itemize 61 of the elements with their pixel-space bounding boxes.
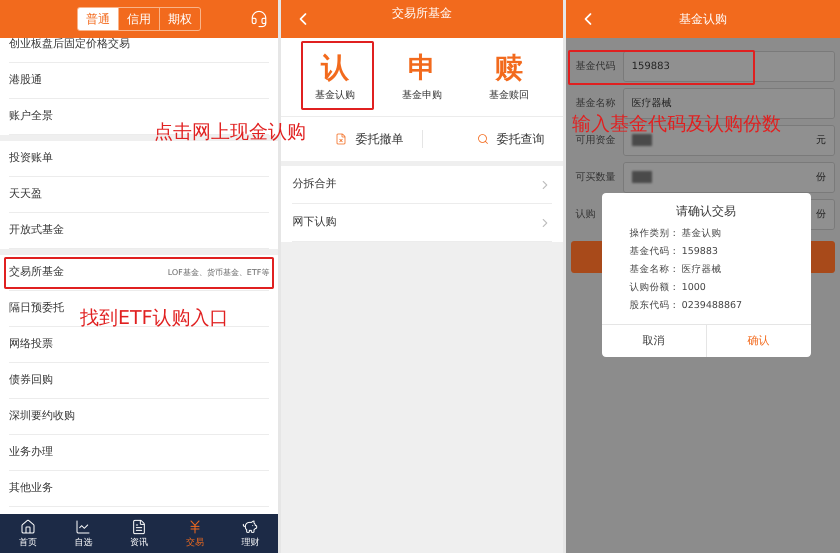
document-icon (131, 518, 148, 534)
menu-item-detail: LOF基金、货币基金、ETF等 (168, 266, 270, 278)
detail-value: 159883 (682, 245, 718, 259)
detail-value: 医疗器械 (682, 263, 722, 277)
fund-action-button[interactable]: 赎 基金赎回 (475, 44, 544, 110)
menu-item[interactable]: 网络投票 (9, 336, 53, 353)
menu-item[interactable]: 深圳要约收购 (9, 408, 75, 425)
dialog-button[interactable]: 取消 (602, 325, 706, 357)
field-label: 可用资金 (574, 134, 617, 148)
detail-label: 认购份额： (630, 281, 680, 295)
menu-item[interactable]: 交易所基金 (9, 264, 64, 281)
document-x-icon (335, 133, 348, 145)
fund-action-button[interactable]: 认 基金认购 (300, 44, 369, 110)
menu-item[interactable]: 网下认购 (292, 214, 336, 231)
input-field[interactable]: 159883 (622, 50, 835, 82)
menu-item[interactable]: 开放式基金 (9, 222, 64, 239)
detail-value: 1000 (682, 281, 706, 295)
redacted-block (632, 171, 652, 183)
annotation-text: 找到ETF认购入口 (80, 306, 229, 331)
nav-tab[interactable]: 首页 (18, 518, 37, 548)
unit-label: 份 (816, 208, 826, 222)
redacted-block (632, 134, 652, 146)
screen-title: 交易所基金 (392, 5, 452, 22)
menu-item[interactable]: 港股通 (9, 72, 42, 89)
field-label: 认购 (574, 208, 597, 222)
chart-icon (75, 518, 92, 534)
detail-label: 基金名称： (630, 263, 680, 277)
piggy-bank-icon (242, 518, 258, 534)
menu-item[interactable]: 分拆合并 (292, 176, 336, 193)
detail-value: 0239488867 (682, 299, 742, 313)
detail-value: 基金认购 (682, 227, 722, 241)
menu-item[interactable]: 创业板盘后固定价格交易 (9, 38, 130, 53)
fund-action-button[interactable]: 申 基金申购 (388, 44, 456, 110)
menu-item[interactable]: 债券回购 (9, 372, 53, 389)
nav-tab[interactable]: 交易 (186, 518, 204, 548)
unit-label: 份 (816, 170, 826, 184)
unit-label: 元 (816, 134, 826, 148)
menu-item[interactable]: 隔日预委托 (9, 300, 64, 317)
dialog-title: 请确认交易 (675, 203, 738, 220)
nav-tab[interactable]: 自选 (74, 518, 92, 548)
menu-item[interactable]: 投资账单 (9, 150, 53, 167)
detail-label: 股东代码： (630, 299, 680, 313)
field-label: 基金代码 (574, 60, 617, 74)
screen-title: 基金认购 (678, 11, 727, 28)
detail-label: 基金代码： (630, 245, 680, 259)
field-label: 基金名称 (574, 96, 617, 110)
order-link[interactable]: 委托撤单 (335, 130, 404, 148)
nav-tab[interactable]: 资讯 (130, 518, 148, 548)
menu-item[interactable]: 其他业务 (9, 480, 53, 497)
menu-item[interactable]: 天天盈 (9, 186, 42, 203)
field-label: 可买数量 (574, 170, 617, 184)
headset-icon[interactable] (250, 10, 268, 28)
annotation-text: 点击网上现金认购 (154, 120, 306, 145)
input-field[interactable]: 份 (622, 162, 835, 192)
menu-item[interactable]: 业务办理 (9, 444, 53, 461)
detail-label: 操作类别： (630, 227, 680, 241)
house-icon (20, 518, 36, 534)
search-icon (476, 133, 489, 145)
menu-item[interactable]: 账户全景 (9, 108, 53, 125)
order-link[interactable]: 委托查询 (476, 130, 545, 148)
nav-tab[interactable]: 理财 (241, 518, 260, 548)
